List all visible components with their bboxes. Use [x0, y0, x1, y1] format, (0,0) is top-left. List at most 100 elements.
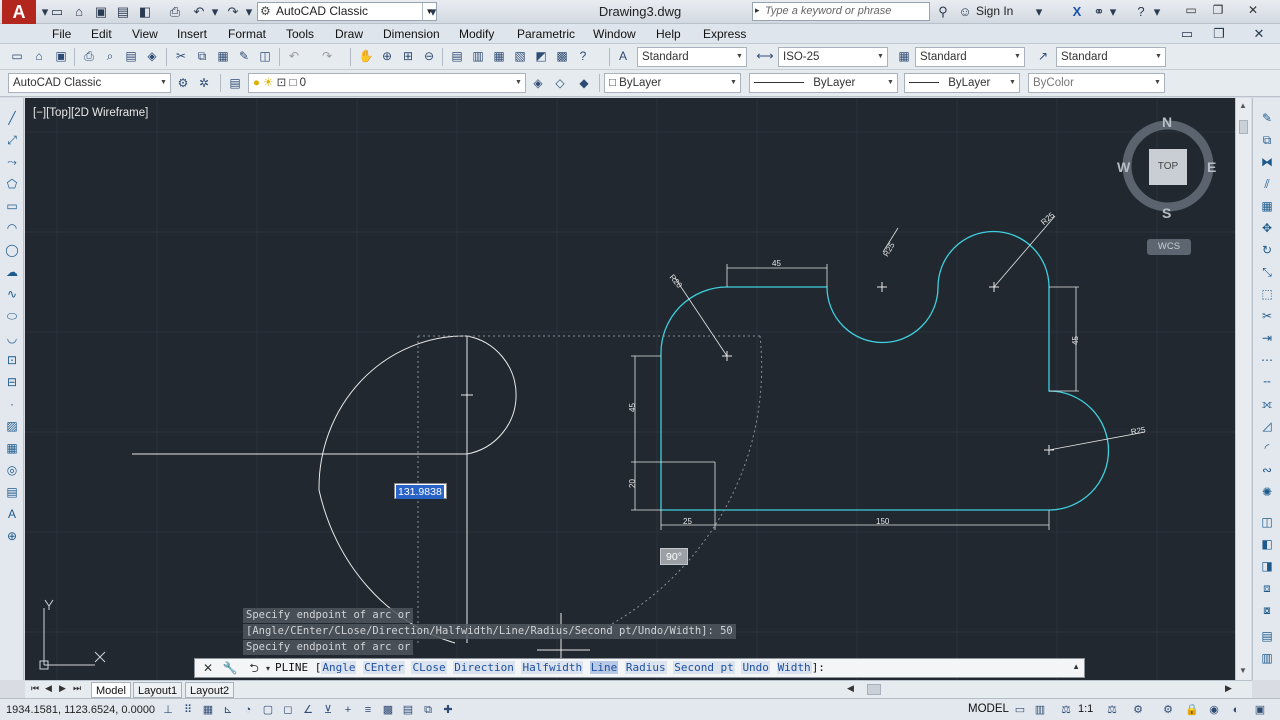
table-style-icon[interactable]: ▦ [895, 47, 913, 65]
dim-style-icon[interactable]: ⟷ [756, 47, 774, 65]
bring-above-icon[interactable]: ⧈ [1259, 580, 1275, 596]
hardware-acceleration-icon[interactable]: ◉ [1206, 702, 1222, 718]
snap-mode-icon[interactable]: ⠿ [180, 702, 196, 718]
cursor-coordinates[interactable]: 1934.1581, 1123.6524, 0.0000 [6, 704, 155, 716]
pan-icon[interactable]: ✋ [357, 47, 375, 65]
close-window-button[interactable]: ✕ [1240, 2, 1266, 20]
annotation-scale-icon[interactable]: ⚖ [1058, 702, 1074, 718]
zoom-window-icon[interactable]: ⊞ [399, 47, 417, 65]
doc-minimize-button[interactable]: ▭ [1178, 25, 1196, 43]
color-combo[interactable]: □ ByLayer ▼ [604, 73, 741, 93]
vertical-scrollbar[interactable]: ▲ ▼ [1235, 98, 1251, 680]
viewport-controls-label[interactable]: [−][Top][2D Wireframe] [33, 107, 148, 119]
ellipse-arc-icon[interactable]: ◡ [4, 330, 20, 346]
option-radius[interactable]: Radius [624, 661, 667, 674]
linetype-combo[interactable]: ByLayer ▼ [749, 73, 898, 93]
rotate-icon[interactable]: ↻ [1259, 242, 1275, 258]
compass-west[interactable]: W [1117, 159, 1130, 175]
cyan-profile[interactable] [660, 230, 1110, 511]
properties-panel-icon[interactable]: ▤ [1259, 628, 1275, 644]
match-properties-icon[interactable]: ✎ [235, 47, 253, 65]
chamfer-icon[interactable]: ◿ [1259, 418, 1275, 434]
quick-properties-icon[interactable]: ▤ [400, 702, 416, 718]
search-input[interactable]: ▸ Type a keyword or phrase [752, 2, 930, 21]
horizontal-scrollbar[interactable]: ◀ ▶ [845, 683, 1253, 696]
tool-palettes-icon[interactable]: ▦ [490, 47, 508, 65]
layer-combo[interactable]: ● ☀ ⊡ □ 0 ▼ [248, 73, 526, 93]
selection-cycling-icon[interactable]: ⧉ [420, 702, 436, 718]
tab-layout2[interactable]: Layout2 [185, 682, 235, 698]
quick-view-drawings-icon[interactable]: ▥ [1032, 702, 1048, 718]
dynamic-input-field[interactable]: 131.9838 [394, 483, 447, 499]
drawing-canvas[interactable]: 45 R20 R25 R25 45 R25 45 20 25 150 [25, 98, 1235, 680]
ellipse-icon[interactable]: ⬭ [4, 308, 20, 324]
save-icon[interactable]: ▣ [52, 47, 70, 65]
object-snap-icon[interactable]: ▢ [260, 702, 276, 718]
layer-previous-icon[interactable]: ◇ [551, 74, 569, 92]
command-prompt[interactable]: PLINE [Angle CEnter CLose Direction Half… [275, 661, 825, 674]
tab-layout1[interactable]: Layout1 [133, 682, 183, 698]
compass-north[interactable]: N [1162, 114, 1172, 130]
undo-icon[interactable]: ↶ [285, 47, 303, 65]
option-line[interactable]: Line [589, 661, 619, 674]
workspace-settings-icon[interactable]: ⚙ [174, 74, 192, 92]
tab-model[interactable]: Model [91, 682, 131, 698]
quickcalc-icon[interactable]: ▩ [553, 47, 571, 65]
last-tab-icon[interactable]: ⏭ [73, 683, 81, 694]
scroll-down-icon[interactable]: ▼ [1239, 666, 1247, 675]
draw-order-icon[interactable]: ◫ [1259, 514, 1275, 530]
customize-qat-icon[interactable]: ▾ [424, 3, 442, 21]
properties-icon[interactable]: ▤ [448, 47, 466, 65]
binoculars-search-icon[interactable]: ⚲ [934, 3, 952, 21]
option-close[interactable]: CLose [411, 661, 447, 674]
sign-in-link[interactable]: Sign In [976, 4, 1013, 18]
doc-close-button[interactable]: ✕ [1250, 25, 1268, 43]
plotstyle-combo[interactable]: ByColor ▼ [1028, 73, 1165, 93]
line-icon[interactable]: ╱ [4, 110, 20, 126]
extend-icon[interactable]: ⇥ [1259, 330, 1275, 346]
exchange-apps-icon[interactable]: X [1068, 3, 1086, 21]
annotation-monitor-icon[interactable]: ✚ [440, 702, 456, 718]
menu-parametric[interactable]: Parametric [517, 27, 575, 41]
layer-state-icon[interactable]: ◆ [575, 74, 593, 92]
ucs-dynamic-icon[interactable]: ⊻ [320, 702, 336, 718]
mleader-style-combo[interactable]: Standard ▼ [1056, 47, 1166, 67]
save-icon[interactable]: ▣ [92, 3, 110, 21]
multiline-text-icon[interactable]: A [4, 506, 20, 522]
hscroll-thumb[interactable] [867, 684, 881, 695]
open-file-icon[interactable]: ⌂ [70, 3, 88, 21]
auto-scale-icon[interactable]: ⚙ [1130, 702, 1146, 718]
next-tab-icon[interactable]: ▶ [59, 683, 66, 694]
annotation-scale-value[interactable]: 1:1 [1078, 703, 1093, 715]
construction-line-icon[interactable]: ⤢ [4, 132, 20, 148]
doc-restore-button[interactable]: ❐ [1210, 25, 1228, 43]
menu-insert[interactable]: Insert [177, 27, 207, 41]
open-icon[interactable]: ⌂ [30, 47, 48, 65]
zoom-previous-icon[interactable]: ⊖ [420, 47, 438, 65]
dynamic-input-icon[interactable]: + [340, 702, 356, 718]
option-undo[interactable]: Undo [741, 661, 770, 674]
region-icon[interactable]: ◎ [4, 462, 20, 478]
rectangle-icon[interactable]: ▭ [4, 198, 20, 214]
first-tab-icon[interactable]: ⏮ [31, 683, 39, 694]
menu-window[interactable]: Window [593, 27, 636, 41]
clean-screen-icon[interactable]: ▣ [1252, 702, 1268, 718]
workspace-switching-icon[interactable]: ⚙ [1160, 702, 1176, 718]
compass-south[interactable]: S [1162, 205, 1171, 221]
menu-help[interactable]: Help [656, 27, 681, 41]
toolbar-lock-icon[interactable]: 🔒 [1184, 702, 1200, 718]
scroll-up-icon[interactable]: ▲ [1239, 101, 1247, 110]
cut-icon[interactable]: ✂ [172, 47, 190, 65]
menu-express[interactable]: Express [703, 27, 746, 41]
circle-icon[interactable]: ◯ [4, 242, 20, 258]
drawing-viewport[interactable]: 45 R20 R25 R25 45 R25 45 20 25 150 [−][T… [25, 98, 1235, 680]
restore-button[interactable]: ❐ [1205, 2, 1231, 20]
array-icon[interactable]: ▦ [1259, 198, 1275, 214]
plot-icon[interactable]: ⎙ [80, 47, 98, 65]
dim-style-combo[interactable]: ISO-25 ▼ [778, 47, 888, 67]
make-block-icon[interactable]: ⊟ [4, 374, 20, 390]
autocad-logo-icon[interactable]: A [2, 0, 36, 24]
option-center[interactable]: CEnter [363, 661, 405, 674]
print-icon[interactable]: ⎙ [166, 3, 184, 21]
option-width[interactable]: Width [776, 661, 812, 674]
